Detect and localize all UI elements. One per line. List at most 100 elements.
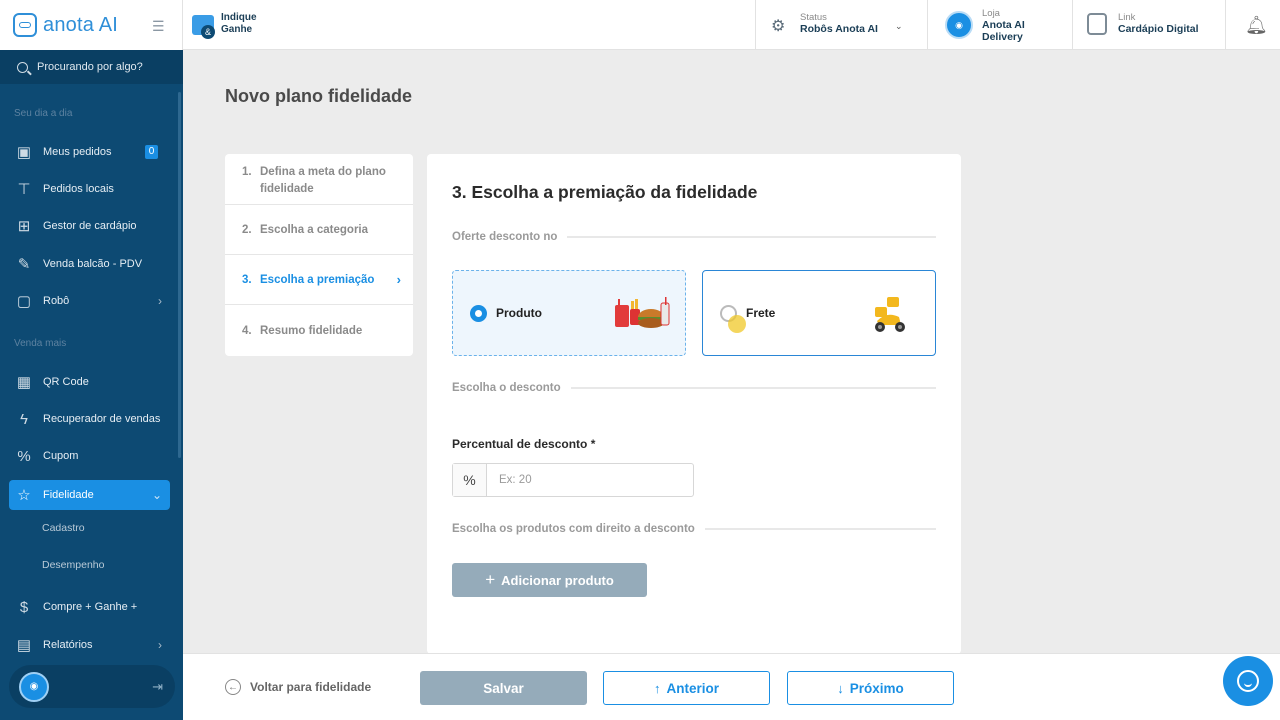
option-label: Frete xyxy=(746,306,776,320)
sidebar-item-sales-recovery[interactable]: ϟ Recuperador de vendas xyxy=(9,404,170,434)
sidebar-item-label: QR Code xyxy=(43,376,89,388)
digital-menu-link[interactable]: Link Cardápio Digital xyxy=(1118,12,1199,35)
sidebar-item-buy-earn[interactable]: $ Compre + Ganhe + xyxy=(9,592,170,622)
sidebar-item-menu-manager[interactable]: ⊞ Gestor de cardápio xyxy=(9,211,170,241)
step-label: Defina a meta do plano fidelidade xyxy=(260,166,386,195)
store-logo: ◉ xyxy=(945,11,973,39)
status-value: Robôs Anota AI xyxy=(800,23,878,35)
link-label: Link xyxy=(1118,12,1136,23)
arrow-down-icon: ↓ xyxy=(837,680,844,696)
collapse-menu-icon[interactable]: ☰ xyxy=(152,18,165,35)
scooter-icon xyxy=(875,297,905,332)
next-button[interactable]: ↓ Próximo xyxy=(787,671,954,705)
step-reward[interactable]: 3. Escolha a premiação › xyxy=(225,255,413,305)
mouse-cursor-highlight xyxy=(728,315,746,333)
step-label: Escolha a categoria xyxy=(260,223,369,236)
add-product-button[interactable]: + Adicionar produto xyxy=(452,563,647,597)
sidebar-subitem-performance[interactable]: Desempenho xyxy=(42,559,104,571)
step-goal[interactable]: 1. Defina a meta do plano fidelidade xyxy=(225,154,413,205)
sidebar-item-local-orders[interactable]: ⊤ Pedidos locais xyxy=(9,174,170,204)
sidebar-item-reports[interactable]: ▤ Relatórios › xyxy=(9,630,170,660)
products-section-divider: Escolha os produtos com direito a descon… xyxy=(452,523,936,535)
anota-logo-icon xyxy=(13,13,37,37)
search-placeholder: Procurando por algo? xyxy=(37,61,143,73)
previous-button[interactable]: ↑ Anterior xyxy=(603,671,770,705)
percent-field-label: Percentual de desconto * xyxy=(452,437,596,451)
star-icon: ☆ xyxy=(17,487,31,504)
support-chat-button[interactable] xyxy=(1223,656,1273,706)
sidebar-item-loyalty[interactable]: ☆ Fidelidade ⌄ xyxy=(9,480,170,510)
arrow-up-icon: ↑ xyxy=(653,680,661,696)
arrow-left-icon: ← xyxy=(225,679,241,695)
chevron-right-icon: › xyxy=(158,294,162,308)
chevron-right-icon: › xyxy=(396,272,401,287)
report-icon: ▤ xyxy=(16,637,32,654)
dollar-icon: $ xyxy=(19,598,29,616)
bell-icon[interactable]: 🔔︎ xyxy=(1245,15,1268,36)
footer-actions: ← Voltar para fidelidade Salvar ↑ Anteri… xyxy=(183,653,1280,720)
sidebar: anota AI ☰ Procurando por algo? Seu dia … xyxy=(0,0,183,720)
sidebar-item-label: Compre + Ganhe + xyxy=(43,601,138,613)
user-profile[interactable]: ◉ ⇥ xyxy=(9,665,175,708)
sidebar-item-label: Meus pedidos xyxy=(43,146,112,158)
store-name: Anota AI Delivery xyxy=(982,19,1025,43)
percent-icon: % xyxy=(453,464,487,496)
sidebar-item-coupon[interactable]: % Cupom xyxy=(9,441,170,471)
section-label: Escolha os produtos com direito a descon… xyxy=(452,523,695,535)
top-bar: & Indique Ganhe ⚙ Status Robôs Anota AI … xyxy=(183,0,1280,50)
save-button[interactable]: Salvar xyxy=(420,671,587,705)
option-label: Produto xyxy=(496,306,542,320)
back-to-loyalty-link[interactable]: ← Voltar para fidelidade xyxy=(225,679,371,695)
status-selector[interactable]: Status Robôs Anota AI xyxy=(800,12,878,35)
store-info[interactable]: Loja Anota AI Delivery xyxy=(982,8,1025,43)
avatar: ◉ xyxy=(19,671,49,702)
qrcode-icon: ▦ xyxy=(16,374,32,391)
sidebar-item-label: Robô xyxy=(43,295,70,307)
radio-product[interactable] xyxy=(470,304,487,322)
gift-icon: & xyxy=(192,11,218,39)
section-label-sell: Venda mais xyxy=(14,338,67,349)
chevron-down-icon[interactable]: ⌄ xyxy=(895,21,903,32)
search-bar[interactable]: Procurando por algo? xyxy=(0,50,183,84)
orders-count-badge: 0 xyxy=(145,145,158,159)
food-icon xyxy=(615,297,670,328)
sidebar-scrollbar[interactable] xyxy=(178,92,181,458)
step-category[interactable]: 2. Escolha a categoria xyxy=(225,205,413,255)
grid-icon: ⊞ xyxy=(17,218,31,235)
logo-text: anota AI xyxy=(43,13,118,36)
add-product-label: Adicionar produto xyxy=(501,572,614,588)
menu-link-icon xyxy=(1087,13,1107,35)
sidebar-item-robot[interactable]: ▢ Robô › xyxy=(9,286,170,316)
robot-icon: ⚙ xyxy=(771,18,786,35)
chevron-right-icon: › xyxy=(158,638,162,652)
search-icon xyxy=(17,61,28,73)
step-summary[interactable]: 4. Resumo fidelidade xyxy=(225,305,413,356)
step-label: Resumo fidelidade xyxy=(260,324,363,337)
page-title: Novo plano fidelidade xyxy=(225,86,413,106)
offer-section-divider: Oferte desconto no xyxy=(452,231,936,243)
sidebar-subitem-register[interactable]: Cadastro xyxy=(42,522,85,534)
logout-icon[interactable]: ⇥ xyxy=(152,679,163,695)
referral-link[interactable]: Indique Ganhe xyxy=(221,12,257,36)
section-label: Escolha o desconto xyxy=(452,382,561,394)
sidebar-item-label: Venda balcão - PDV xyxy=(43,258,143,270)
chevron-down-icon: ⌄ xyxy=(151,488,162,502)
section-label: Oferte desconto no xyxy=(452,231,558,243)
sidebar-item-label: Fidelidade xyxy=(43,489,94,501)
sidebar-item-label: Gestor de cardápio xyxy=(43,220,137,232)
back-label: Voltar para fidelidade xyxy=(250,680,372,694)
reward-form: 3. Escolha a premiação da fidelidade Ofe… xyxy=(427,154,961,654)
sidebar-item-qrcode[interactable]: ▦ QR Code xyxy=(9,367,170,397)
option-shipping[interactable]: Frete xyxy=(702,270,936,356)
discount-section-divider: Escolha o desconto xyxy=(452,382,936,394)
option-product[interactable]: Produto xyxy=(452,270,686,356)
status-label: Status xyxy=(800,12,827,23)
step-label: Escolha a premiação xyxy=(260,273,375,286)
percent-input[interactable] xyxy=(487,464,693,496)
percent-field: % xyxy=(452,463,694,497)
sidebar-item-pdv[interactable]: ✎ Venda balcão - PDV xyxy=(9,249,170,279)
sidebar-item-label: Relatórios xyxy=(43,639,93,651)
section-label-day: Seu dia a dia xyxy=(14,108,73,119)
orders-icon: ▣ xyxy=(16,144,32,161)
sidebar-item-orders[interactable]: ▣ Meus pedidos 0 xyxy=(9,137,170,167)
